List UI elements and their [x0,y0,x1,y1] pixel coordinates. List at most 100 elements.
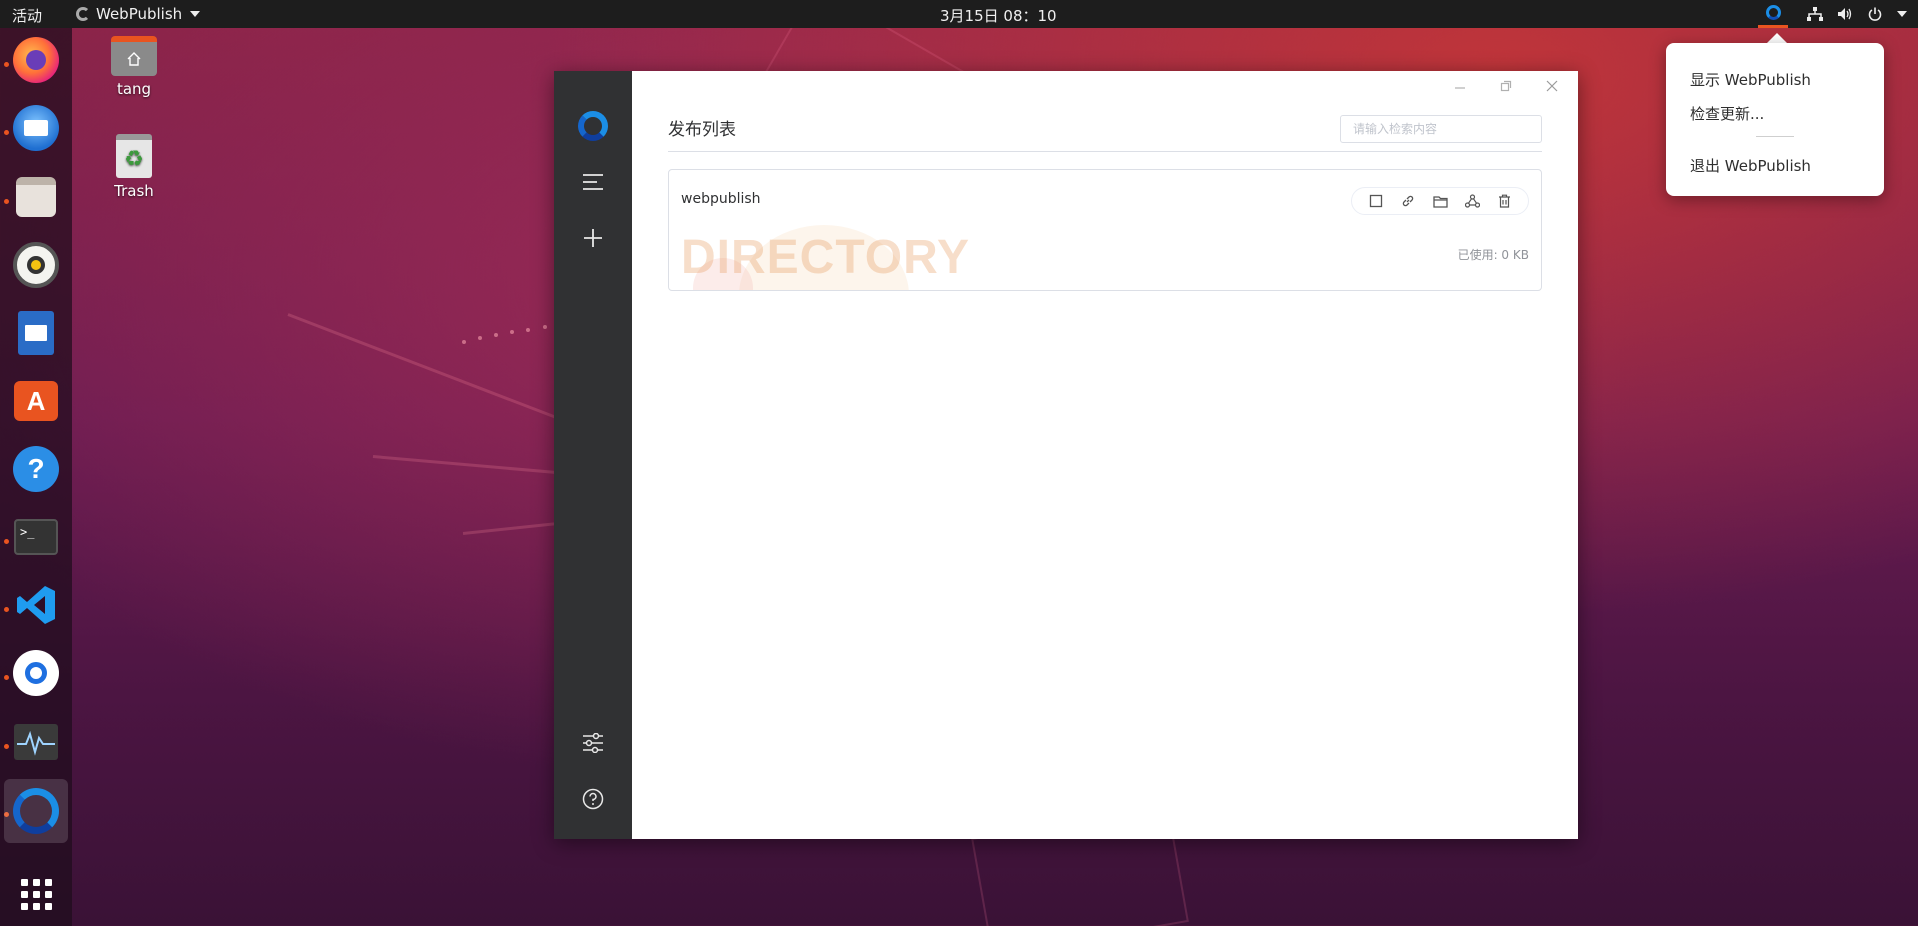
wallpaper-line [462,521,563,535]
wallpaper-dot [494,333,498,337]
power-icon[interactable] [1860,0,1890,28]
settings-sliders-icon[interactable] [554,723,632,763]
link-icon [1402,195,1414,207]
help-circle-icon[interactable] [554,779,632,819]
wallpaper-dot [526,328,530,332]
vscode-icon[interactable] [12,581,60,629]
chevron-down-icon[interactable] [1890,0,1912,28]
dock: A ? >_ [0,28,72,926]
publish-item-card[interactable]: webpublish DIRECTORY 已使用: 0 KB [668,169,1542,291]
copy-link-button[interactable] [1392,188,1424,214]
activities-button[interactable]: 活动 [12,5,42,26]
terminal-prompt-icon: >_ [14,519,58,555]
trash-icon [1498,194,1510,208]
software-bag-icon: A [14,381,58,421]
libreoffice-impress-icon[interactable] [12,309,60,357]
rhythmbox-icon[interactable] [12,241,60,289]
running-indicator [4,607,9,612]
clock[interactable]: 3月15日 08：10 [940,5,1057,26]
card-action-group [1351,187,1529,215]
minimize-button[interactable] [1442,75,1478,97]
menu-item-check-update[interactable]: 检查更新... [1690,103,1764,124]
delete-button[interactable] [1488,188,1520,214]
system-monitor-icon[interactable] [12,718,60,766]
firefox-logo [13,37,59,83]
menu-separator [1756,136,1794,137]
chevron-down-icon [190,11,201,17]
home-folder-icon[interactable]: tang [89,36,179,98]
menu-list-icon[interactable] [554,162,632,202]
close-button[interactable] [1534,75,1570,97]
impress-doc-icon [18,311,54,355]
wallpaper-dot [543,325,547,329]
network-share-icon [1464,194,1480,208]
show-applications-icon[interactable] [12,870,60,918]
running-indicator [4,539,9,544]
volume-icon[interactable] [1830,0,1860,28]
running-indicator [4,62,9,67]
slide-icon [25,325,47,341]
thunderbird-icon[interactable] [12,104,60,152]
webpublish-logo-icon [554,106,632,146]
help-icon[interactable]: ? [12,445,60,493]
thunderbird-logo [13,105,59,151]
system-tray [1758,0,1918,28]
recycle-icon: ♻ [116,134,152,178]
rhythmbox-logo [13,242,59,288]
webpublish-logo-icon [1765,5,1781,20]
qq-icon[interactable] [12,649,60,697]
item-type-label: DIRECTORY [681,231,971,284]
running-indicator [4,675,9,680]
envelope-icon [24,120,48,136]
qq-logo [13,650,59,696]
webpublish-window: 发布列表 webpublish [554,71,1578,839]
webpublish-icon[interactable] [4,779,68,843]
grid-icon [20,878,52,910]
network-icon[interactable] [1800,0,1830,28]
menu-item-quit[interactable]: 退出 WebPublish [1690,155,1811,176]
trash-icon[interactable]: ♻ Trash [89,134,179,200]
wallpaper-dot [462,340,466,344]
vscode-logo-icon [17,586,55,624]
help-logo: ? [13,446,59,492]
speaker-icon [27,256,45,274]
add-icon[interactable] [554,218,632,258]
top-bar: 活动 WebPublish 3月15日 08：10 [0,0,1918,28]
search-input[interactable] [1340,115,1542,143]
menu-item-show[interactable]: 显示 WebPublish [1690,69,1811,90]
files-folder-icon [16,177,56,217]
app-menu[interactable]: WebPublish [76,5,201,23]
terminal-icon[interactable]: >_ [12,513,60,561]
wallpaper-dot [478,336,482,340]
system-menu-caret [1897,11,1907,17]
home-icon [111,36,157,76]
firefox-icon[interactable] [12,36,60,84]
window-sidebar [554,71,632,839]
brand-logo [578,111,608,141]
folder-icon [1432,195,1448,208]
publish-item-name: webpublish [681,191,761,207]
running-indicator [4,744,9,749]
open-folder-button[interactable] [1424,188,1456,214]
window-controls [1442,75,1570,97]
item-usage: 已使用: 0 KB [1457,248,1529,262]
running-indicator [4,130,9,135]
webpublish-tray-icon[interactable] [1758,0,1788,28]
files-icon[interactable] [12,173,60,221]
firefox-globe [26,50,46,70]
qq-ring-icon [25,662,47,684]
app-menu-label: WebPublish [96,5,183,23]
wallpaper-dot [510,330,514,334]
webpublish-small-icon [76,7,90,21]
webpublish-logo-icon [13,788,59,834]
wallpaper-line [372,455,573,476]
page-title: 发布列表 [668,120,736,140]
software-center-icon[interactable]: A [12,377,60,425]
title-divider [668,151,1542,152]
square-icon [1369,194,1383,208]
maximize-button[interactable] [1488,75,1524,97]
monitor-graph-icon [14,724,58,760]
running-indicator [4,199,9,204]
share-button[interactable] [1456,188,1488,214]
preview-button[interactable] [1360,188,1392,214]
